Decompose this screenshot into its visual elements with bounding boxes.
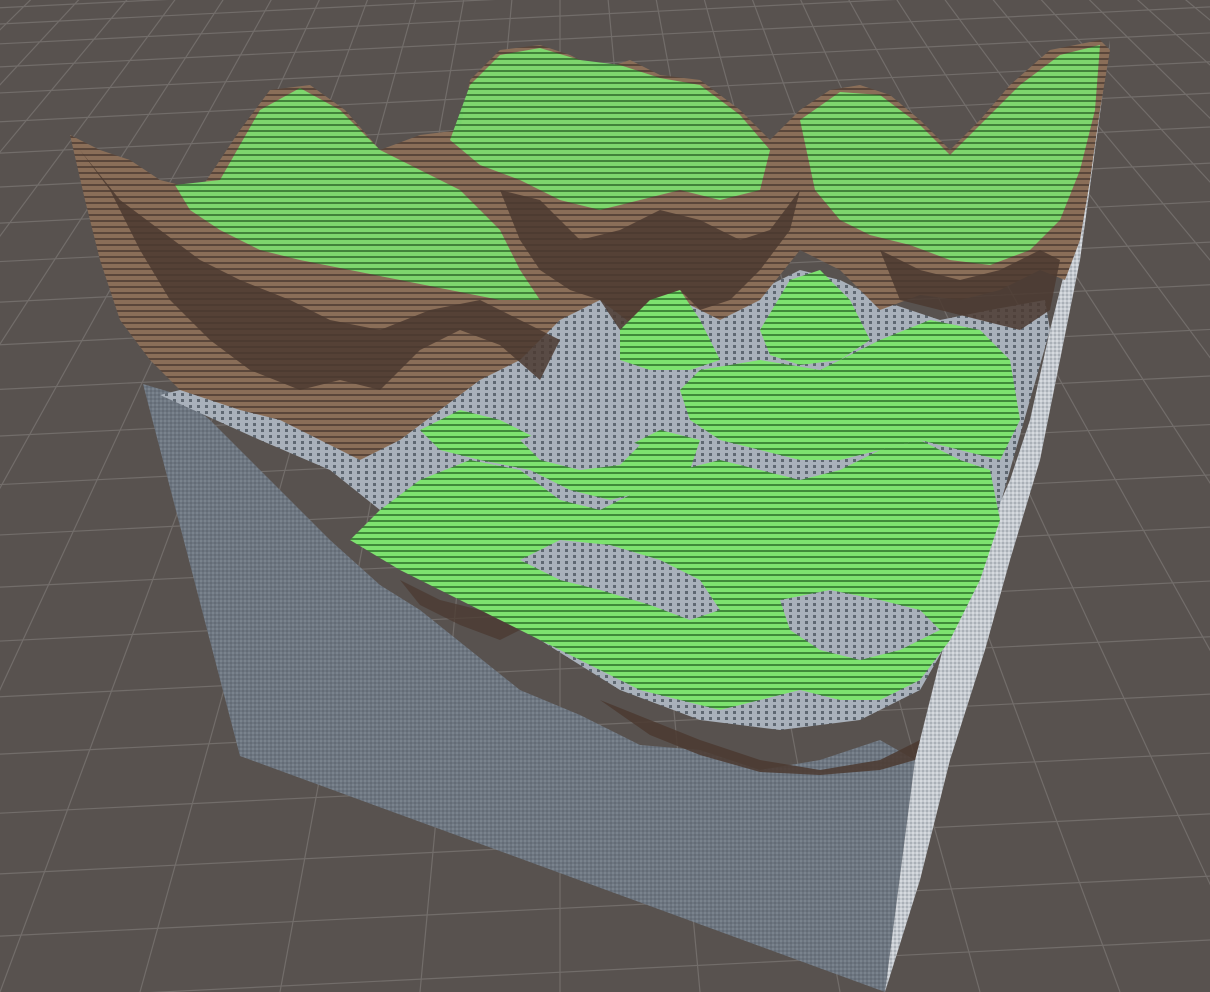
scene-viewport[interactable] [0,0,1210,992]
scene-canvas[interactable] [0,0,1210,992]
